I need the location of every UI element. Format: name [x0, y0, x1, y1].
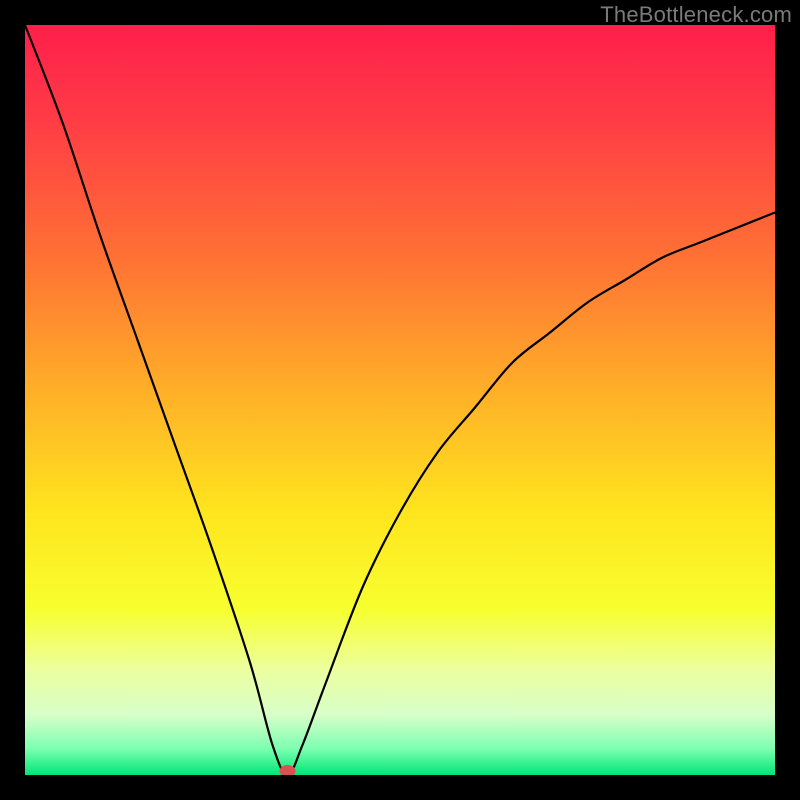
watermark-text: TheBottleneck.com: [600, 2, 792, 28]
gradient-background: [25, 25, 775, 775]
chart-frame: TheBottleneck.com: [0, 0, 800, 800]
chart-svg: [25, 25, 775, 775]
plot-area: [25, 25, 775, 775]
